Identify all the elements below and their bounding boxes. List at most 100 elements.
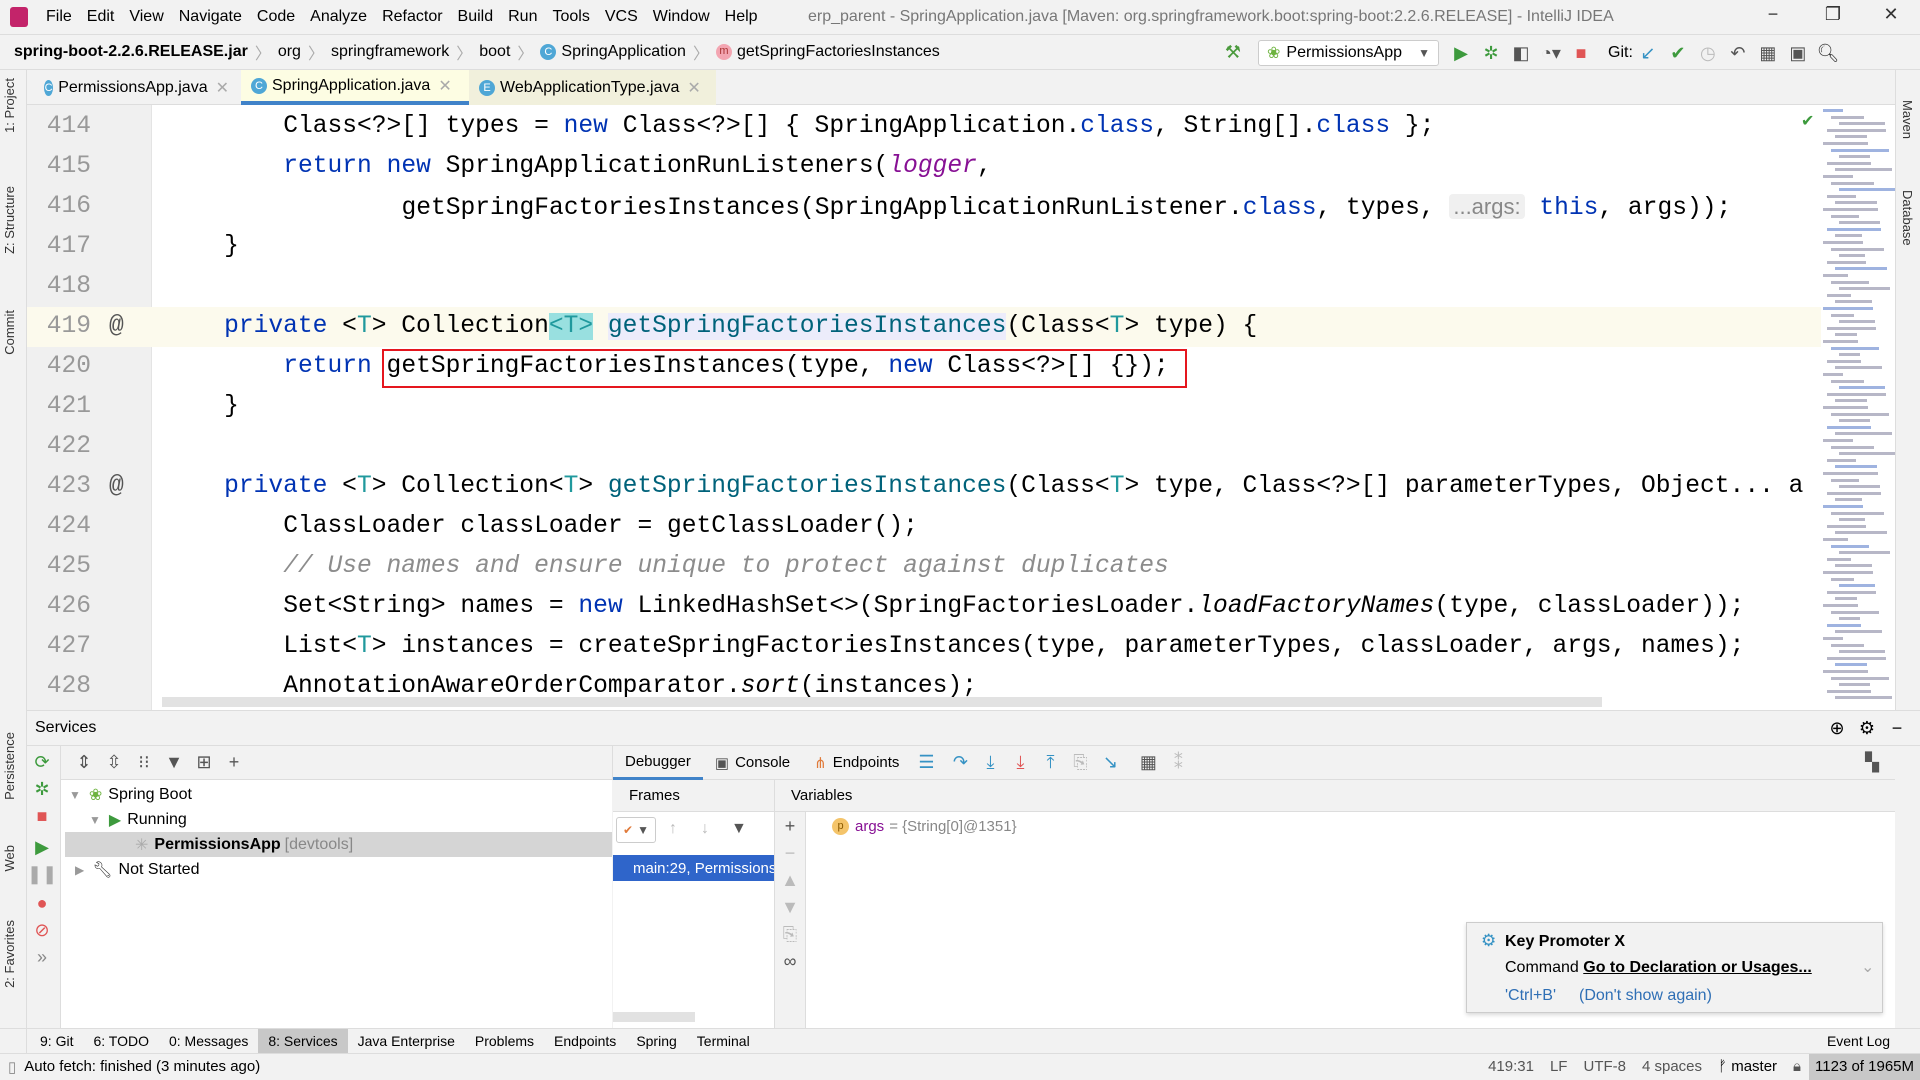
add-watch-icon[interactable]: +	[775, 816, 805, 837]
filter-icon[interactable]: ▼	[731, 820, 747, 838]
pause-icon[interactable]: ❚❚	[27, 864, 57, 885]
tab-webapplicationtype[interactable]: E WebApplicationType.java ✕	[469, 70, 716, 105]
force-step-into-icon[interactable]: ⤓	[1005, 752, 1035, 773]
menu-view[interactable]: View	[129, 8, 163, 26]
frame-up-icon[interactable]: ↑	[669, 820, 677, 838]
tab-springapplication[interactable]: C SpringApplication.java ✕	[241, 70, 469, 105]
debug-icon[interactable]: ✲	[27, 779, 57, 800]
tree-node-not-started[interactable]: ▶ 🔧︎ Not Started	[75, 857, 199, 882]
file-encoding[interactable]: UTF-8	[1583, 1058, 1626, 1075]
restore-button[interactable]: ❐	[1818, 4, 1848, 25]
stripe-maven[interactable]: Maven	[1900, 100, 1915, 139]
code-line[interactable]: 427 List<T> instances = createSpringFacto…	[27, 627, 1821, 667]
git-history-icon[interactable]: ◷	[1693, 43, 1723, 64]
menu-file[interactable]: File	[46, 8, 72, 26]
show-execution-point-icon[interactable]: ☰	[911, 752, 941, 773]
status-message[interactable]: Auto fetch: finished (3 minutes ago)	[24, 1058, 260, 1075]
code-line[interactable]: 421}	[27, 387, 1821, 427]
command-link[interactable]: Go to Declaration or Usages...	[1583, 959, 1812, 976]
close-tab-icon[interactable]: ✕	[216, 78, 229, 98]
resume-icon[interactable]: ▶	[27, 837, 57, 858]
minimize-button[interactable]: −	[1758, 4, 1788, 25]
new-tab-icon[interactable]: ⊞	[189, 752, 219, 773]
frame-down-icon[interactable]: ↓	[701, 820, 709, 838]
run-to-cursor-icon[interactable]: ↘	[1095, 752, 1125, 773]
dont-show-again-link[interactable]: (Don't show again)	[1579, 987, 1712, 1005]
breadcrumb-org[interactable]: org	[278, 43, 301, 61]
rollback-icon[interactable]: ↶	[1723, 43, 1753, 64]
tree-node-permissionsapp[interactable]: ✳ PermissionsApp [devtools]	[65, 832, 612, 857]
code-line[interactable]: 417}	[27, 227, 1821, 267]
menu-analyze[interactable]: Analyze	[310, 8, 367, 26]
step-out-icon[interactable]: ⤒	[1035, 752, 1065, 773]
trace-icon[interactable]: ⁑	[1163, 752, 1193, 773]
code-line[interactable]: 415 return new SpringApplicationRunListen…	[27, 147, 1821, 187]
breadcrumb-class[interactable]: SpringApplication	[561, 43, 686, 61]
stripe-database[interactable]: Database	[1900, 190, 1915, 246]
code-line[interactable]: 423 @ private <T> Collection<T> getSpringF…	[27, 467, 1821, 507]
view-breakpoints-icon[interactable]: ●	[27, 893, 57, 914]
gear-icon[interactable]: ⚙	[1852, 718, 1882, 739]
tree-node-spring-boot[interactable]: ▼ ❀ Spring Boot	[69, 782, 192, 807]
expand-all-icon[interactable]: ⇕	[69, 752, 99, 773]
git-update-icon[interactable]: ↙	[1633, 43, 1663, 64]
drop-frame-icon[interactable]: ⎘	[1065, 752, 1095, 773]
search-icon[interactable]: 🔍︎	[1813, 43, 1843, 64]
debug-icon[interactable]: ✲	[1476, 43, 1506, 64]
git-commit-icon[interactable]: ✔	[1663, 43, 1693, 64]
status-toggle-icon[interactable]: ▯	[8, 1058, 16, 1076]
breadcrumb-method[interactable]: getSpringFactoriesInstances	[737, 43, 940, 61]
stripe-commit[interactable]: Commit	[2, 310, 17, 355]
caret-position[interactable]: 419:31	[1488, 1058, 1534, 1075]
tool-java-enterprise[interactable]: Java Enterprise	[348, 1029, 465, 1054]
code-line[interactable]: 418	[27, 267, 1821, 307]
horizontal-scrollbar[interactable]	[162, 697, 1602, 707]
hide-icon[interactable]: −	[1882, 718, 1912, 739]
tool-todo[interactable]: 6: TODO	[83, 1029, 159, 1054]
tool-event-log[interactable]: Event Log	[1817, 1029, 1900, 1054]
menu-code[interactable]: Code	[257, 8, 295, 26]
profile-icon[interactable]: ◔▾	[1536, 43, 1566, 64]
tab-console[interactable]: ▣ Console	[703, 746, 802, 780]
menu-navigate[interactable]: Navigate	[179, 8, 242, 26]
inspection-ok-icon[interactable]: ✔	[1801, 111, 1814, 131]
presentation-icon[interactable]: ▣	[1783, 43, 1813, 64]
menu-build[interactable]: Build	[458, 8, 494, 26]
tool-services[interactable]: 8: Services	[258, 1028, 348, 1054]
filter-icon[interactable]: ▼	[159, 752, 189, 773]
breadcrumb-springframework[interactable]: springframework	[331, 43, 449, 61]
stripe-favorites[interactable]: 2: Favorites	[2, 920, 17, 988]
step-over-icon[interactable]: ↷	[945, 752, 975, 773]
code-line[interactable]: 425 // Use names and ensure unique to pro…	[27, 547, 1821, 587]
stop-icon[interactable]: ■	[27, 806, 57, 827]
tab-permissionsapp[interactable]: C PermissionsApp.java ✕	[34, 70, 239, 105]
line-separator[interactable]: LF	[1550, 1058, 1568, 1075]
close-window-button[interactable]: ✕	[1876, 4, 1906, 25]
override-marker-icon[interactable]: @	[109, 467, 124, 507]
coverage-icon[interactable]: ◧	[1506, 43, 1536, 64]
tool-messages[interactable]: 0: Messages	[159, 1029, 258, 1054]
collapse-all-icon[interactable]: ⇳	[99, 752, 129, 773]
menu-tools[interactable]: Tools	[552, 8, 589, 26]
code-line[interactable]: 422	[27, 427, 1821, 467]
more-icon[interactable]: »	[27, 947, 57, 968]
group-by-icon[interactable]: ⁝⁝	[129, 752, 159, 773]
tool-endpoints[interactable]: Endpoints	[544, 1029, 626, 1054]
project-structure-icon[interactable]: ▦	[1753, 43, 1783, 64]
glasses-icon[interactable]: ∞	[775, 951, 805, 972]
menu-edit[interactable]: Edit	[87, 8, 115, 26]
menu-refactor[interactable]: Refactor	[382, 8, 442, 26]
mute-breakpoints-icon[interactable]: ⊘	[27, 920, 57, 941]
copy-icon[interactable]: ⎘	[775, 924, 805, 945]
close-tab-icon[interactable]: ✕	[438, 76, 451, 96]
tool-spring[interactable]: Spring	[626, 1029, 686, 1054]
tool-git[interactable]: 9: Git	[30, 1029, 83, 1054]
code-minimap[interactable]	[1821, 105, 1895, 710]
tab-endpoints[interactable]: ⋔ Endpoints	[802, 746, 911, 780]
close-tab-icon[interactable]: ✕	[687, 78, 700, 98]
stop-icon[interactable]: ■	[1566, 43, 1596, 64]
step-into-icon[interactable]: ⤓	[975, 752, 1005, 773]
tree-node-running[interactable]: ▼ ▶ Running	[89, 807, 187, 832]
menu-help[interactable]: Help	[725, 8, 758, 26]
menu-window[interactable]: Window	[653, 8, 710, 26]
